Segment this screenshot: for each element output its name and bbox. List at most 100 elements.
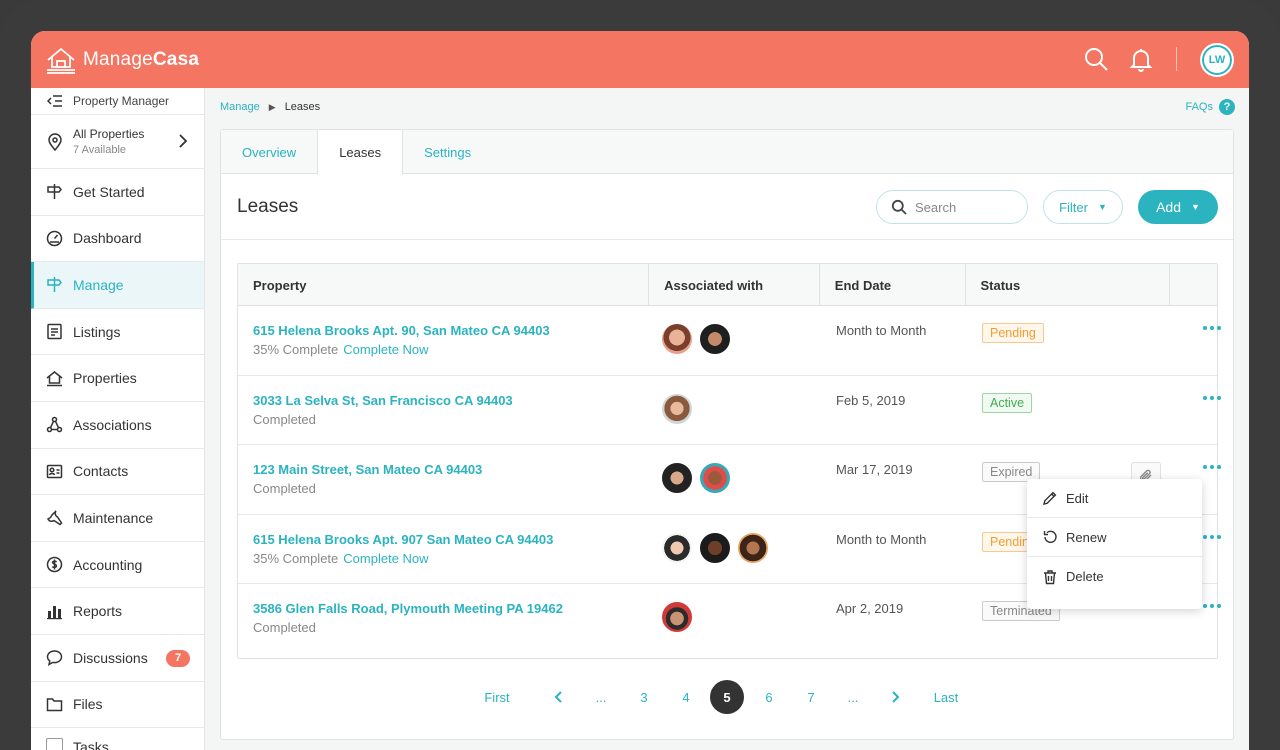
- sidebar-item-label: Tasks: [73, 738, 109, 750]
- lease-end-date: Month to Month: [836, 531, 927, 547]
- lease-address-link[interactable]: 615 Helena Brooks Apt. 907 San Mateo CA …: [253, 532, 650, 547]
- sidebar: Property Manager All Properties 7 Availa…: [31, 88, 205, 750]
- avatar[interactable]: [661, 392, 693, 425]
- more-actions-icon[interactable]: [1203, 395, 1221, 400]
- pagination-page[interactable]: 3: [634, 679, 654, 715]
- sidebar-role-toggle[interactable]: Property Manager: [31, 88, 204, 115]
- pagination-page[interactable]: 6: [759, 679, 779, 715]
- sidebar-item-reports[interactable]: Reports: [31, 588, 204, 635]
- sidebar-item-accounting[interactable]: Accounting: [31, 542, 204, 589]
- avatar[interactable]: [661, 531, 693, 564]
- map-pin-icon: [48, 132, 62, 151]
- sidebar-role-label: Property Manager: [73, 94, 170, 108]
- more-actions-icon[interactable]: [1203, 326, 1221, 330]
- tab-settings[interactable]: Settings: [403, 130, 492, 174]
- search-icon[interactable]: [1083, 46, 1109, 72]
- pagination-first[interactable]: First: [477, 679, 517, 715]
- more-actions-icon[interactable]: [1203, 534, 1221, 539]
- sidebar-item-label: Manage: [73, 276, 124, 293]
- brand-name: ManageCasa: [83, 49, 200, 70]
- lease-address-link[interactable]: 3586 Glen Falls Road, Plymouth Meeting P…: [253, 601, 650, 616]
- lease-progress: 35% Complete: [253, 342, 339, 357]
- sidebar-item-get-started[interactable]: Get Started: [31, 169, 204, 216]
- sidebar-item-maintenance[interactable]: Maintenance: [31, 495, 204, 542]
- sidebar-item-discussions[interactable]: Discussions 7: [31, 635, 204, 682]
- avatar[interactable]: [699, 462, 731, 495]
- add-button[interactable]: Add ▼: [1138, 190, 1218, 224]
- property-selector-subtitle: 7 Available: [73, 144, 127, 156]
- avatar[interactable]: [661, 601, 693, 634]
- sidebar-item-tasks[interactable]: Tasks: [46, 738, 109, 750]
- status-badge: Active: [982, 392, 1033, 413]
- lease-address-link[interactable]: 123 Main Street, San Mateo CA 94403: [253, 462, 650, 477]
- search-input[interactable]: [915, 199, 1015, 215]
- menu-item-renew[interactable]: Renew: [1027, 518, 1202, 557]
- chevron-left-icon[interactable]: [549, 679, 569, 715]
- complete-now-link[interactable]: Complete Now: [343, 551, 428, 566]
- pagination-current-page[interactable]: 5: [710, 680, 744, 714]
- tab-bar: Overview Leases Settings: [221, 130, 1233, 175]
- sidebar-item-label: Associations: [73, 416, 152, 433]
- avatar[interactable]: [737, 531, 769, 564]
- associated-avatars: [650, 306, 821, 375]
- avatar[interactable]: [699, 323, 731, 355]
- column-header-property[interactable]: Property: [238, 264, 650, 306]
- breadcrumb-link-manage[interactable]: Manage: [220, 101, 260, 113]
- column-header-status[interactable]: Status: [966, 264, 1171, 306]
- search-box[interactable]: [876, 190, 1028, 224]
- wrench-icon: [46, 509, 63, 526]
- filter-label: Filter: [1059, 199, 1088, 215]
- more-actions-icon[interactable]: [1203, 465, 1221, 470]
- sidebar-item-files[interactable]: Files: [31, 682, 204, 729]
- column-header-end-date[interactable]: End Date: [820, 264, 966, 306]
- sidebar-item-contacts[interactable]: Contacts: [31, 449, 204, 496]
- caret-down-icon: ▼: [1097, 202, 1107, 212]
- lease-address-link[interactable]: 615 Helena Brooks Apt. 90, San Mateo CA …: [253, 323, 650, 338]
- sidebar-item-listings[interactable]: Listings: [31, 309, 204, 356]
- tab-leases[interactable]: Leases: [317, 130, 404, 175]
- lease-address-link[interactable]: 3033 La Selva St, San Francisco CA 94403: [253, 393, 650, 408]
- search-icon: [891, 199, 907, 215]
- pagination-page[interactable]: 7: [801, 679, 821, 715]
- pencil-icon: [1043, 491, 1057, 505]
- bell-icon[interactable]: [1128, 46, 1154, 72]
- property-selector-title: All Properties: [73, 127, 145, 141]
- sidebar-item-label: Reports: [73, 603, 123, 620]
- property-selector[interactable]: All Properties 7 Available: [31, 115, 204, 169]
- filter-button[interactable]: Filter ▼: [1043, 190, 1123, 224]
- sidebar-item-properties[interactable]: Properties: [31, 355, 204, 402]
- topbar-divider: [1176, 47, 1177, 71]
- user-avatar[interactable]: LW: [1200, 43, 1234, 77]
- sidebar-item-associations[interactable]: Associations: [31, 402, 204, 449]
- collapse-menu-icon: [47, 95, 62, 107]
- sidebar-item-dashboard[interactable]: Dashboard: [31, 216, 204, 263]
- faqs-label: FAQs: [1185, 101, 1213, 113]
- lease-progress: Completed: [253, 411, 316, 427]
- column-header-actions: [1170, 264, 1217, 306]
- avatar[interactable]: [699, 531, 731, 564]
- pagination-page[interactable]: 4: [676, 679, 696, 715]
- menu-item-delete[interactable]: Delete: [1027, 557, 1202, 596]
- dollar-icon: [46, 556, 63, 573]
- sidebar-item-manage[interactable]: Manage: [31, 262, 204, 309]
- pagination-last[interactable]: Last: [931, 679, 961, 715]
- lease-progress: Completed: [253, 620, 316, 636]
- brand-logo[interactable]: ManageCasa: [45, 45, 199, 75]
- tab-overview[interactable]: Overview: [221, 130, 317, 174]
- faqs-link[interactable]: FAQs ?: [1185, 99, 1235, 115]
- associated-avatars: [650, 376, 821, 445]
- add-label: Add: [1156, 199, 1181, 215]
- column-header-associated[interactable]: Associated with: [649, 264, 820, 306]
- sidebar-item-label: Maintenance: [73, 509, 154, 526]
- menu-item-edit[interactable]: Edit: [1027, 479, 1202, 518]
- avatar[interactable]: [661, 323, 693, 355]
- chevron-right-icon[interactable]: [885, 679, 905, 715]
- avatar[interactable]: [661, 462, 693, 495]
- more-actions-icon[interactable]: [1203, 604, 1221, 609]
- associated-avatars: [650, 445, 821, 514]
- complete-now-link[interactable]: Complete Now: [343, 342, 428, 357]
- lease-end-date: Mar 17, 2019: [836, 462, 913, 478]
- sidebar-item-label: Accounting: [73, 556, 143, 573]
- sidebar-item-label: Discussions: [73, 649, 148, 666]
- trash-icon: [1044, 569, 1056, 584]
